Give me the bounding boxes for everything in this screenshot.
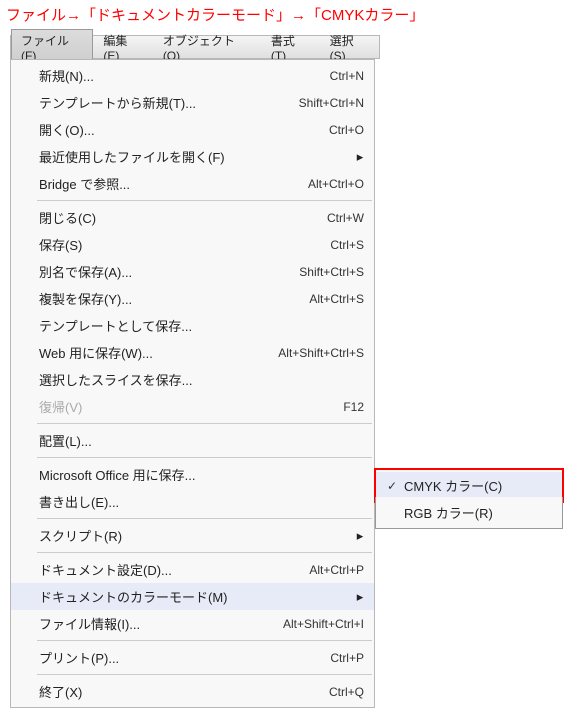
separator	[37, 200, 372, 201]
menu-save-web-label: Web 用に保存(W)...	[39, 343, 244, 362]
menu-save-web-shortcut: Alt+Shift+Ctrl+S	[244, 346, 364, 360]
menu-save-slice-label: 選択したスライスを保存...	[39, 370, 244, 389]
separator	[37, 640, 372, 641]
menu-recent[interactable]: 最近使用したファイルを開く(F) ▸	[11, 143, 374, 170]
menu-script[interactable]: スクリプト(R) ▸	[11, 522, 374, 549]
menu-save[interactable]: 保存(S) Ctrl+S	[11, 231, 374, 258]
menu-new-template-label: テンプレートから新規(T)...	[39, 93, 244, 112]
menu-new-template[interactable]: テンプレートから新規(T)... Shift+Ctrl+N	[11, 89, 374, 116]
menu-open[interactable]: 開く(O)... Ctrl+O	[11, 116, 374, 143]
submenu-arrow-icon: ▸	[356, 589, 364, 605]
menu-close-shortcut: Ctrl+W	[244, 211, 364, 225]
menu-save-as[interactable]: 別名で保存(A)... Shift+Ctrl+S	[11, 258, 374, 285]
menu-doc-setup-shortcut: Alt+Ctrl+P	[244, 563, 364, 577]
menu-place[interactable]: 配置(L)...	[11, 427, 374, 454]
menu-bridge[interactable]: Bridge で参照... Alt+Ctrl+O	[11, 170, 374, 197]
submenu-rgb-label: RGB カラー(R)	[400, 503, 550, 522]
separator	[37, 457, 372, 458]
menu-msoffice[interactable]: Microsoft Office 用に保存...	[11, 461, 374, 488]
menu-save-shortcut: Ctrl+S	[244, 238, 364, 252]
menu-bridge-shortcut: Alt+Ctrl+O	[244, 177, 364, 191]
submenu-cmyk-label: CMYK カラー(C)	[400, 476, 550, 495]
file-menu: 新規(N)... Ctrl+N テンプレートから新規(T)... Shift+C…	[10, 59, 375, 708]
menu-new[interactable]: 新規(N)... Ctrl+N	[11, 62, 374, 89]
menu-close[interactable]: 閉じる(C) Ctrl+W	[11, 204, 374, 231]
menu-save-copy-shortcut: Alt+Ctrl+S	[244, 292, 364, 306]
menu-revert: 復帰(V) F12	[11, 393, 374, 420]
menu-print-shortcut: Ctrl+P	[244, 651, 364, 665]
menu-quit-label: 終了(X)	[39, 682, 244, 701]
submenu-arrow-icon: ▸	[356, 528, 364, 544]
separator	[37, 552, 372, 553]
menu-save-copy-label: 複製を保存(Y)...	[39, 289, 244, 308]
menu-doc-setup-label: ドキュメント設定(D)...	[39, 560, 244, 579]
menu-save-as-label: 別名で保存(A)...	[39, 262, 244, 281]
menu-quit[interactable]: 終了(X) Ctrl+Q	[11, 678, 374, 705]
menu-print[interactable]: プリント(P)... Ctrl+P	[11, 644, 374, 671]
menu-export-label: 書き出し(E)...	[39, 492, 244, 511]
menu-export[interactable]: 書き出し(E)...	[11, 488, 374, 515]
menu-revert-label: 復帰(V)	[39, 397, 244, 416]
separator	[37, 674, 372, 675]
menu-save-template-label: テンプレートとして保存...	[39, 316, 244, 335]
menu-save-label: 保存(S)	[39, 235, 244, 254]
menu-new-template-shortcut: Shift+Ctrl+N	[244, 96, 364, 110]
submenu-rgb[interactable]: RGB カラー(R)	[376, 499, 562, 526]
menu-save-template[interactable]: テンプレートとして保存...	[11, 312, 374, 339]
menu-doc-setup[interactable]: ドキュメント設定(D)... Alt+Ctrl+P	[11, 556, 374, 583]
separator	[37, 518, 372, 519]
menu-new-label: 新規(N)...	[39, 66, 244, 85]
menu-color-mode-label: ドキュメントのカラーモード(M)	[39, 587, 228, 606]
menu-file-info-shortcut: Alt+Shift+Ctrl+I	[244, 617, 364, 631]
menu-quit-shortcut: Ctrl+Q	[244, 685, 364, 699]
menu-save-copy[interactable]: 複製を保存(Y)... Alt+Ctrl+S	[11, 285, 374, 312]
menu-script-label: スクリプト(R)	[39, 526, 228, 545]
menu-open-label: 開く(O)...	[39, 120, 244, 139]
menu-save-as-shortcut: Shift+Ctrl+S	[244, 265, 364, 279]
separator	[37, 423, 372, 424]
menu-print-label: プリント(P)...	[39, 648, 244, 667]
menu-color-mode[interactable]: ドキュメントのカラーモード(M) ▸	[11, 583, 374, 610]
submenu-cmyk[interactable]: ✓ CMYK カラー(C)	[376, 472, 562, 499]
menu-open-shortcut: Ctrl+O	[244, 123, 364, 137]
color-mode-submenu-rgb-area: RGB カラー(R)	[375, 497, 563, 529]
menu-recent-label: 最近使用したファイルを開く(F)	[39, 147, 228, 166]
submenu-arrow-icon: ▸	[356, 149, 364, 165]
menu-file-info-label: ファイル情報(I)...	[39, 614, 244, 633]
menubar: ファイル(F) 編集(E) オブジェクト(O) 書式(T) 選択(S)	[10, 35, 380, 59]
menu-save-web[interactable]: Web 用に保存(W)... Alt+Shift+Ctrl+S	[11, 339, 374, 366]
menu-bridge-label: Bridge で参照...	[39, 174, 244, 193]
menu-new-shortcut: Ctrl+N	[244, 69, 364, 83]
menu-msoffice-label: Microsoft Office 用に保存...	[39, 465, 244, 484]
menu-file-info[interactable]: ファイル情報(I)... Alt+Shift+Ctrl+I	[11, 610, 374, 637]
menu-save-slice[interactable]: 選択したスライスを保存...	[11, 366, 374, 393]
menu-close-label: 閉じる(C)	[39, 208, 244, 227]
menu-revert-shortcut: F12	[244, 400, 364, 414]
check-icon: ✓	[384, 479, 400, 493]
menu-place-label: 配置(L)...	[39, 431, 244, 450]
